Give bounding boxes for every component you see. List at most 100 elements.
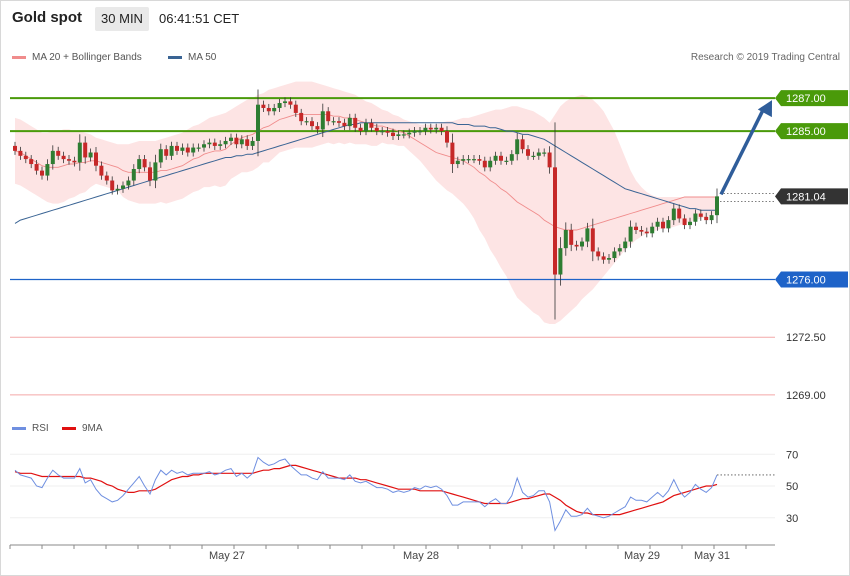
candle-body — [455, 160, 460, 165]
candle-body — [277, 103, 282, 108]
candle-body — [515, 139, 520, 155]
candle-body — [137, 159, 142, 169]
candle-body — [185, 147, 190, 153]
candle-body — [148, 167, 152, 181]
rsi-tick-70: 70 — [786, 449, 798, 461]
chart-canvas: 1287.00 1285.00 1281.04 1276.00 1272.50 1269.… — [9, 81, 848, 562]
candle-body — [169, 145, 174, 156]
candle-body — [337, 121, 341, 123]
candle-body — [585, 228, 590, 242]
candle-body — [601, 256, 606, 260]
candle-body — [704, 216, 709, 221]
candle-body — [428, 127, 433, 130]
candle-body — [126, 180, 131, 186]
candle-body — [272, 107, 277, 112]
candle-body — [239, 139, 244, 145]
candle-body — [644, 231, 649, 234]
candle-body — [196, 147, 201, 149]
rsi-ma-line — [14, 464, 718, 516]
candle-body — [369, 122, 374, 128]
candle-body — [439, 127, 444, 132]
bollinger-band — [15, 81, 717, 324]
candle-body — [650, 226, 655, 234]
candle-body — [180, 147, 185, 151]
candle-body — [326, 111, 331, 122]
forecast-arrow-shaft — [719, 107, 766, 196]
candle-body — [212, 142, 217, 146]
candle-body — [639, 230, 644, 232]
candle-body — [358, 127, 363, 132]
candle-body — [482, 160, 487, 168]
candle-body — [661, 221, 665, 229]
candle-body — [61, 155, 66, 160]
candle-body — [520, 139, 525, 150]
candle-body — [374, 127, 379, 132]
candle-body — [407, 132, 412, 135]
candle-body — [320, 111, 325, 130]
candle-body — [623, 241, 628, 249]
candle-body — [607, 258, 611, 260]
candle-body — [536, 152, 541, 156]
candle-body — [315, 126, 320, 130]
candle-body — [666, 220, 671, 229]
candle-body — [461, 159, 466, 161]
x-tick-label: May 27 — [209, 550, 245, 562]
candle-body — [283, 101, 287, 104]
candle-body — [158, 149, 163, 163]
candle-body — [153, 162, 158, 181]
candle-body — [558, 248, 563, 275]
candle-body — [450, 142, 455, 165]
candle-body — [353, 117, 358, 128]
candle-body — [304, 121, 309, 123]
candle-body — [693, 213, 698, 222]
price-tag-label: 1276.00 — [786, 274, 826, 286]
candle-body — [110, 180, 115, 191]
price-tag-label: 1281.04 — [786, 191, 826, 203]
candle-body — [709, 215, 714, 221]
candle-body — [445, 131, 449, 143]
candle-body — [688, 221, 692, 226]
candle-body — [563, 230, 568, 249]
candle-body — [628, 226, 633, 242]
rsi-line — [14, 456, 718, 532]
candle-body — [401, 134, 406, 136]
candle-body — [504, 160, 509, 162]
candle-body — [488, 160, 493, 168]
candle-body — [715, 196, 719, 216]
candle-body — [83, 142, 88, 158]
candle-body — [531, 155, 536, 158]
candle-body — [526, 149, 530, 156]
candle-body — [493, 155, 498, 161]
candle-body — [331, 121, 336, 123]
candle-body — [596, 251, 601, 257]
price-tag-1276.00: 1276.00 — [775, 271, 848, 288]
candle-body — [412, 131, 417, 133]
candle-body — [434, 127, 439, 130]
candle-body — [29, 159, 34, 165]
candle-body — [50, 150, 55, 165]
candle-body — [261, 104, 266, 108]
candle-body — [234, 137, 239, 145]
candle-body — [466, 159, 471, 161]
price-tag-label: 1285.00 — [786, 126, 826, 138]
candle-body — [223, 140, 228, 145]
candle-body — [655, 221, 660, 227]
candle-body — [72, 160, 77, 163]
candle-body — [612, 251, 617, 259]
candle-body — [142, 159, 147, 168]
candle-body — [13, 145, 17, 151]
candle-body — [67, 159, 71, 161]
candle-body — [34, 164, 39, 171]
candle-body — [202, 144, 206, 148]
candle-body — [94, 152, 98, 166]
candle-body — [131, 168, 136, 181]
candle-body — [423, 127, 428, 132]
candle-body — [590, 228, 595, 252]
candle-body — [299, 112, 304, 122]
candle-body — [56, 150, 61, 156]
price-label-1269.00: 1269.00 — [786, 390, 826, 402]
candle-body — [364, 122, 368, 132]
candle-body — [23, 155, 28, 160]
price-tag-label: 1287.00 — [786, 93, 826, 105]
candle-body — [574, 244, 579, 247]
